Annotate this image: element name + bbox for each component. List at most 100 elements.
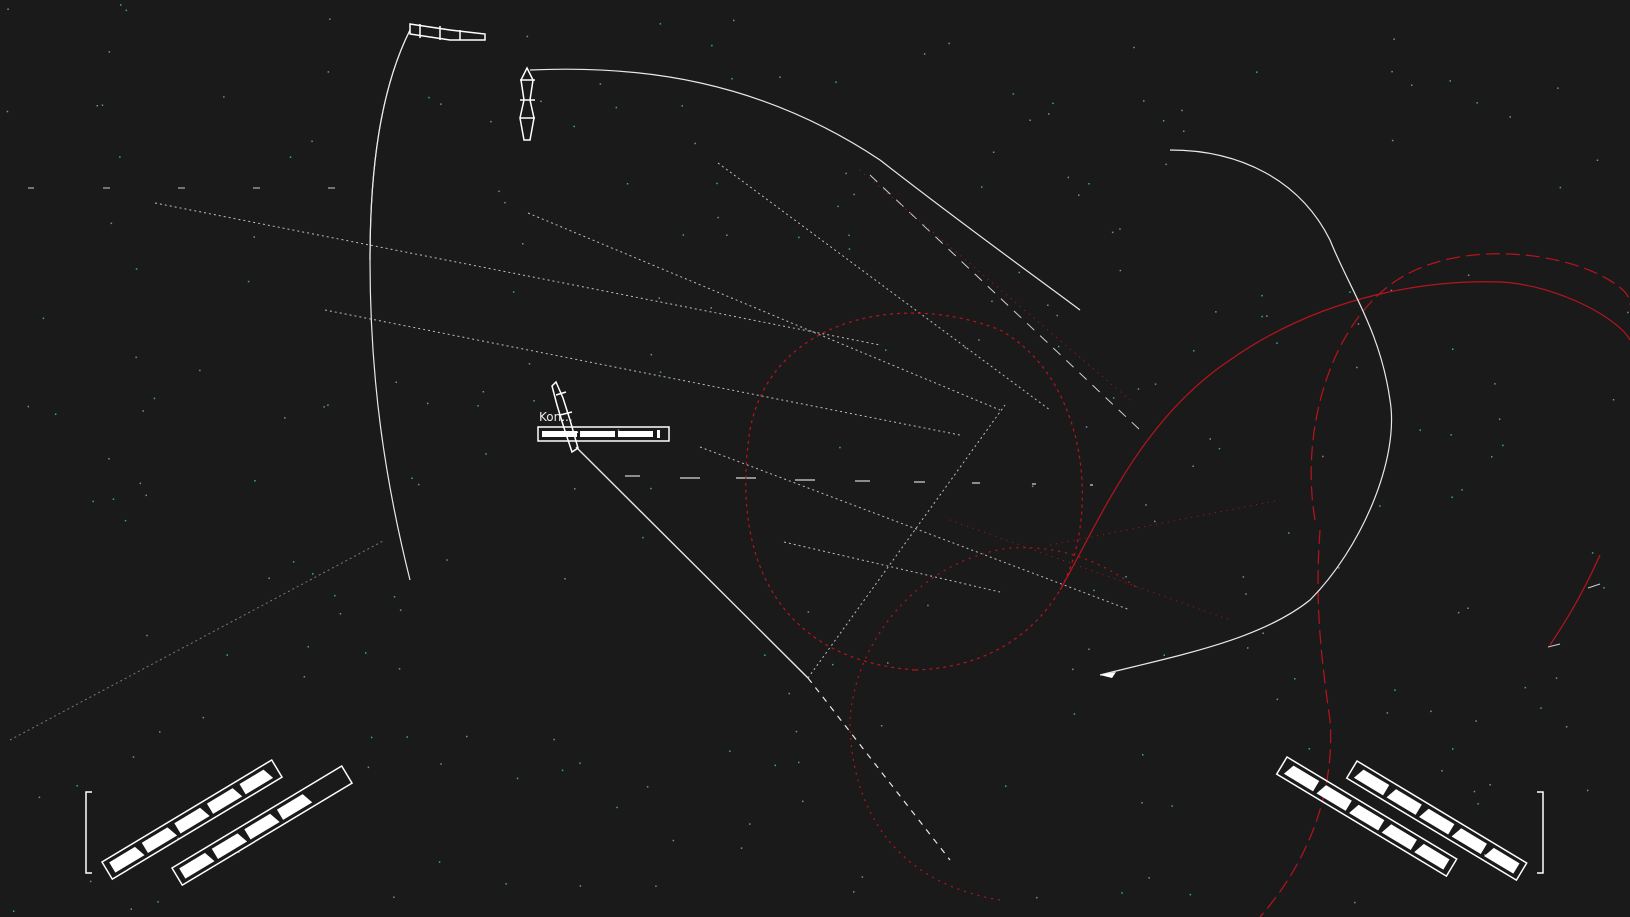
star (1467, 607, 1469, 609)
star (130, 908, 132, 910)
star (553, 738, 555, 741)
hud-bracket-left (85, 791, 92, 874)
star (254, 480, 256, 482)
star (853, 193, 855, 196)
star (1165, 163, 1167, 166)
star (731, 78, 733, 80)
star (1524, 686, 1527, 689)
star (1137, 388, 1140, 390)
star (135, 356, 137, 359)
star (528, 363, 531, 365)
star (764, 654, 766, 656)
star (1379, 505, 1381, 507)
enemy-ship-small[interactable] (1547, 583, 1601, 648)
star (658, 297, 660, 299)
star (1154, 520, 1156, 523)
star (398, 668, 401, 670)
star (367, 766, 370, 769)
star (1294, 678, 1296, 680)
star (1357, 323, 1360, 325)
star (417, 483, 420, 486)
star (199, 369, 201, 372)
star (1192, 465, 1194, 467)
star (1085, 426, 1088, 428)
star (339, 613, 342, 615)
star (561, 769, 564, 772)
star (1391, 139, 1394, 142)
star (655, 885, 657, 887)
star (1133, 46, 1135, 49)
star (774, 764, 776, 767)
star (428, 96, 430, 99)
star (1088, 183, 1090, 185)
star (253, 236, 255, 238)
star (1215, 311, 1217, 313)
star (153, 397, 156, 400)
star (1005, 785, 1007, 787)
star (426, 402, 429, 405)
star (927, 604, 929, 607)
star (110, 222, 113, 225)
star (646, 786, 649, 788)
star (54, 413, 57, 415)
star (1031, 485, 1034, 488)
star (1394, 689, 1396, 691)
star (573, 125, 575, 128)
star (1276, 342, 1278, 344)
star (477, 405, 479, 407)
star (749, 823, 751, 825)
selected-unit-health-bar (537, 426, 670, 442)
star (142, 410, 144, 412)
star (1565, 726, 1568, 728)
star (1452, 748, 1454, 750)
star (1494, 383, 1496, 385)
star (446, 559, 448, 561)
star (1036, 896, 1038, 899)
enemy-weapon-traces (859, 169, 1281, 621)
star (1142, 754, 1144, 756)
star (1411, 84, 1413, 86)
star (132, 756, 135, 758)
star (1057, 345, 1060, 348)
star (226, 654, 228, 656)
star (1461, 489, 1463, 491)
star (1093, 589, 1095, 592)
star (1419, 429, 1421, 431)
star (1393, 38, 1395, 40)
star (807, 611, 810, 613)
star (289, 156, 292, 158)
star (1354, 901, 1356, 904)
star (1141, 802, 1143, 804)
star (1557, 87, 1559, 89)
star (1449, 80, 1451, 82)
star (1072, 668, 1074, 671)
star (802, 800, 804, 803)
star (788, 692, 790, 695)
star (438, 861, 441, 863)
star (139, 482, 142, 485)
star (845, 172, 847, 175)
star (247, 280, 250, 283)
star (887, 662, 889, 664)
star (307, 646, 309, 648)
friendly-ship-top[interactable] (409, 23, 486, 41)
star (798, 236, 800, 239)
star (395, 381, 397, 383)
star (1288, 532, 1290, 534)
star (1193, 350, 1195, 352)
star (711, 44, 713, 47)
star (1555, 677, 1558, 679)
star (124, 519, 127, 522)
friendly-ship-cruiser[interactable] (519, 66, 535, 141)
star (92, 500, 94, 503)
game-viewport[interactable] (0, 0, 1630, 917)
star (490, 120, 492, 123)
star (1154, 383, 1157, 385)
center-dashes (625, 475, 1093, 486)
star (108, 51, 111, 53)
star (848, 248, 851, 250)
star (1012, 93, 1015, 95)
star (504, 201, 506, 204)
star (284, 417, 286, 419)
star (522, 243, 524, 245)
